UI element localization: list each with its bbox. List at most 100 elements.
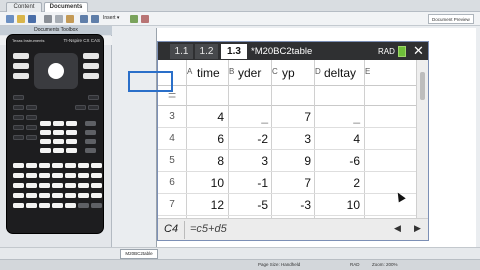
key-8[interactable] <box>53 121 64 126</box>
cell-c7[interactable]: -3 <box>273 197 311 213</box>
key-5[interactable] <box>53 130 64 135</box>
caret-key[interactable] <box>13 115 24 120</box>
key-store[interactable] <box>78 203 89 208</box>
key-a[interactable] <box>13 163 24 168</box>
menu-key[interactable] <box>83 73 99 79</box>
key-b[interactable] <box>26 163 37 168</box>
undo-icon[interactable] <box>80 15 88 23</box>
del-key[interactable] <box>88 105 99 110</box>
scrollbar-thumb[interactable] <box>420 72 425 100</box>
tab-page-1-3[interactable]: 1.3 <box>221 44 247 59</box>
cell-d7[interactable]: 10 <box>316 197 360 213</box>
key-k[interactable] <box>52 173 63 178</box>
key-2[interactable] <box>53 139 64 144</box>
cell-d6[interactable]: 2 <box>316 175 360 191</box>
copy-icon[interactable] <box>55 15 63 23</box>
key-7[interactable] <box>40 121 51 126</box>
key-flag[interactable] <box>52 203 63 208</box>
touchpad-center-button[interactable] <box>48 63 64 79</box>
multiply-key[interactable] <box>85 121 96 126</box>
column-formula-row[interactable]: = <box>158 86 416 106</box>
key-w[interactable] <box>26 193 37 198</box>
key-p[interactable] <box>26 183 37 188</box>
key-y[interactable] <box>52 193 63 198</box>
open-folder-icon[interactable] <box>17 15 25 23</box>
trig-key[interactable] <box>26 105 37 110</box>
negative-key[interactable] <box>66 148 77 153</box>
key-3[interactable] <box>66 139 77 144</box>
key-s[interactable] <box>65 183 76 188</box>
key-v[interactable] <box>13 193 24 198</box>
cell-b3[interactable]: _ <box>230 109 268 125</box>
key-f[interactable] <box>78 163 89 168</box>
square-key[interactable] <box>26 115 37 120</box>
cell-a5[interactable]: 8 <box>188 153 224 169</box>
key-catalog[interactable] <box>91 203 102 208</box>
zoom-status[interactable]: Zoom: 200% <box>372 262 398 267</box>
key-g[interactable] <box>91 163 102 168</box>
column-name-time[interactable]: time <box>197 66 220 80</box>
decimal-key[interactable] <box>53 148 64 153</box>
touchpad[interactable] <box>34 53 78 89</box>
key-i[interactable] <box>26 173 37 178</box>
key-question[interactable] <box>39 203 50 208</box>
key-space[interactable] <box>13 203 24 208</box>
minus-key[interactable] <box>85 148 96 153</box>
shift-key[interactable] <box>88 95 99 100</box>
key-t[interactable] <box>78 183 89 188</box>
variables-icon[interactable] <box>130 15 138 23</box>
arrow-left-icon[interactable]: ◀ <box>394 223 401 234</box>
key-l[interactable] <box>65 173 76 178</box>
divide-key[interactable] <box>85 130 96 135</box>
insert-menu[interactable]: Insert ▾ <box>103 15 119 21</box>
plus-key[interactable] <box>85 139 96 144</box>
cell-a6[interactable]: 10 <box>188 175 224 191</box>
cell-b4[interactable]: -2 <box>230 131 268 147</box>
new-document-icon[interactable] <box>6 15 14 23</box>
cell-c3[interactable]: 7 <box>273 109 311 125</box>
cell-a4[interactable]: 6 <box>188 131 224 147</box>
key-4[interactable] <box>40 130 51 135</box>
redo-icon[interactable] <box>91 15 99 23</box>
esc-key[interactable] <box>13 53 29 59</box>
column-name-yp[interactable]: yp <box>282 66 295 80</box>
tab-key[interactable] <box>13 73 29 79</box>
cell-b5[interactable]: 3 <box>230 153 268 169</box>
save-icon[interactable] <box>28 15 36 23</box>
document-preview-select[interactable]: Document Preview ▾ <box>428 14 474 31</box>
angle-status[interactable]: RAD <box>350 262 360 267</box>
key-z[interactable] <box>65 193 76 198</box>
document-tab[interactable]: M20BC2table <box>120 249 158 259</box>
key-r[interactable] <box>52 183 63 188</box>
cell-c5[interactable]: 9 <box>273 153 311 169</box>
cell-c4[interactable]: 3 <box>273 131 311 147</box>
arrow-right-icon[interactable]: ▶ <box>414 223 421 234</box>
tab-content[interactable]: Content <box>6 2 42 12</box>
home-key[interactable] <box>83 53 99 59</box>
key-0[interactable] <box>40 148 51 153</box>
format-icon[interactable] <box>141 15 149 23</box>
ctrl-key[interactable] <box>13 95 24 100</box>
power-ten-key[interactable] <box>26 125 37 130</box>
key-9[interactable] <box>66 121 77 126</box>
cell-entry-line[interactable]: C4 =c5+d5 ◀ ▶ <box>158 218 428 240</box>
key-q[interactable] <box>39 183 50 188</box>
cell-c6[interactable]: 7 <box>273 175 311 191</box>
key-1[interactable] <box>40 139 51 144</box>
cell-b6[interactable]: -1 <box>230 175 268 191</box>
key-h[interactable] <box>13 173 24 178</box>
column-name-yder[interactable]: yder <box>238 66 261 80</box>
tab-documents[interactable]: Documents <box>44 2 88 12</box>
key-m[interactable] <box>78 173 89 178</box>
paste-icon[interactable] <box>66 15 74 23</box>
tab-page-1-2[interactable]: 1.2 <box>195 44 218 59</box>
cell-a7[interactable]: 12 <box>188 197 224 213</box>
key-e[interactable] <box>65 163 76 168</box>
key-o[interactable] <box>13 183 24 188</box>
cell-b7[interactable]: -5 <box>230 197 268 213</box>
cell-d3[interactable]: _ <box>316 109 360 125</box>
key-d[interactable] <box>52 163 63 168</box>
paren-close-key[interactable] <box>26 135 37 140</box>
doc-key[interactable] <box>83 63 99 69</box>
key-n[interactable] <box>91 173 102 178</box>
